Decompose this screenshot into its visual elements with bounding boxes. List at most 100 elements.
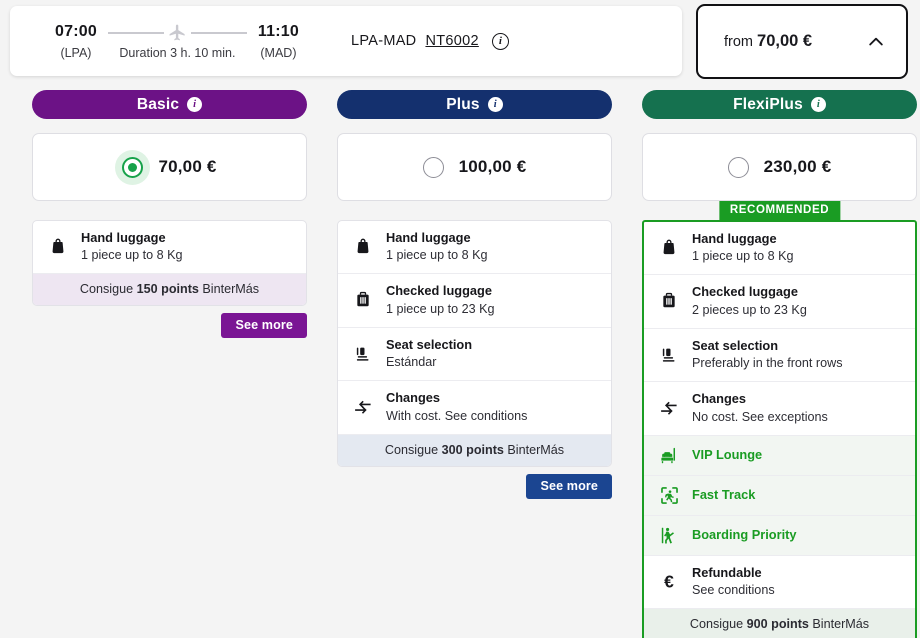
departure-time: 07:00 [55,23,97,41]
recommended-badge: RECOMMENDED [719,201,840,220]
fare-selection-page: 07:00 (LPA) Duration 3 h. 10 min. 11:10 … [0,0,920,638]
feature-text: Hand luggage1 piece up to 8 Kg [692,231,794,264]
feature-text: Checked luggage 2 pieces up to 23 Kg [692,284,807,317]
feature-subtitle: 1 piece up to 8 Kg [81,247,183,263]
route-pair: LPA-MAD [351,33,416,49]
price-card-basic[interactable]: 70,00 € [32,133,307,201]
feature-title: Hand luggage [386,230,488,246]
fare-price: 100,00 € [459,157,527,177]
tier-info-icon[interactable]: i [187,97,202,112]
hand-luggage-icon [658,238,680,258]
from-price-toggle[interactable]: from 70,00 € [696,4,908,79]
feature-subtitle: 1 piece up to 8 Kg [386,247,488,263]
price-card-plus[interactable]: 100,00 € [337,133,612,201]
points-prefix: Consigue [690,617,747,631]
feature-subtitle: 2 pieces up to 23 Kg [692,302,807,318]
feature-subtitle: 1 piece up to 23 Kg [386,301,495,317]
departure-block: 07:00 (LPA) [55,23,97,60]
fare-radio-plus[interactable] [423,157,444,178]
flight-times: 07:00 (LPA) Duration 3 h. 10 min. 11:10 … [10,23,299,60]
points-value: 300 points [442,443,504,457]
feature-text: Changes With cost. See conditions [386,390,527,423]
feature-row: Hand luggage1 piece up to 8 Kg [33,221,306,274]
arrival-time: 11:10 [258,23,299,41]
points-value: 900 points [747,617,809,631]
path-line-right [191,32,247,34]
feature-subtitle: Estándar [386,354,472,370]
boarding-priority-icon [658,525,680,546]
tier-info-icon[interactable]: i [488,97,503,112]
feature-text: Checked luggage 1 piece up to 23 Kg [386,283,495,316]
radio-dot [128,163,137,172]
feature-title: Checked luggage [386,283,495,299]
departure-airport: (LPA) [60,46,91,60]
points-program: BinterMás [504,443,564,457]
feature-text: Seat selectionEstándar [386,337,472,370]
hand-luggage-icon [47,237,69,257]
tier-name: Plus [446,96,480,114]
chevron-up-icon[interactable] [866,32,886,52]
tier-header-flexi[interactable]: FlexiPlus i [642,90,917,119]
path-line-left [108,32,164,34]
feature-subtitle: With cost. See conditions [386,408,527,424]
feature-row: Hand luggage1 piece up to 8 Kg [338,221,611,274]
features-panel: Hand luggage1 piece up to 8 Kg Checked lu… [337,220,612,467]
flight-number-link[interactable]: NT6002 [425,33,478,49]
flight-duration: Duration 3 h. 10 min. [119,46,235,60]
fare-radio-basic[interactable] [122,157,143,178]
see-more-button-plus[interactable]: See more [526,474,612,499]
features-wrapper-flexi: RECOMMENDEDHand luggage1 piece up to 8 K… [642,220,917,638]
seat-icon [658,345,680,365]
feature-title: Checked luggage [692,284,807,300]
checked-luggage-icon [658,291,680,311]
flight-summary-bar: 07:00 (LPA) Duration 3 h. 10 min. 11:10 … [10,6,682,76]
fare-column-plus: Plusi 100,00 € Hand luggage1 piece up to 8… [337,90,615,638]
points-prefix: Consigue [385,443,442,457]
seat-icon [352,344,374,364]
feature-title: Changes [692,391,828,407]
feature-text: Boarding Priority [692,527,797,543]
fare-price: 70,00 € [158,157,216,177]
tier-name: FlexiPlus [733,96,803,114]
features-wrapper-basic: Hand luggage1 piece up to 8 KgConsigue 1… [32,220,307,306]
changes-icon [658,397,680,419]
tier-name: Basic [137,96,179,114]
flight-info-icon[interactable]: i [492,33,509,50]
feature-title: Hand luggage [81,230,183,246]
fare-price: 230,00 € [764,157,832,177]
feature-row: VIP Lounge [644,436,915,476]
from-price-label: from 70,00 € [724,32,812,51]
feature-text: Hand luggage1 piece up to 8 Kg [386,230,488,263]
tier-header-plus[interactable]: Plusi [337,90,612,119]
see-more-button-basic[interactable]: See more [221,313,307,338]
tier-header-basic[interactable]: Basici [32,90,307,119]
feature-title: Fast Track [692,487,755,503]
arrival-airport: (MAD) [260,46,296,60]
fare-columns: Basici70,00 €Hand luggage1 piece up to 8… [0,90,920,638]
feature-title: Seat selection [692,338,843,354]
feature-row: Changes No cost. See exceptions [644,382,915,435]
feature-text: Seat selectionPreferably in the front ro… [692,338,843,371]
duration-block: Duration 3 h. 10 min. [97,23,258,60]
points-program: BinterMás [809,617,869,631]
plane-icon [168,23,187,42]
feature-row: Hand luggage1 piece up to 8 Kg [644,222,915,275]
fast-track-icon [658,485,680,506]
tier-info-icon[interactable]: i [811,97,826,112]
feature-text: Changes No cost. See exceptions [692,391,828,424]
loyalty-points-row: Consigue 900 points BinterMás [644,609,915,638]
fare-radio-flexi[interactable] [728,157,749,178]
features-panel: Hand luggage1 piece up to 8 Kg Checked lu… [642,220,917,638]
feature-row: Fast Track [644,476,915,516]
points-value: 150 points [137,282,199,296]
feature-subtitle: Preferably in the front rows [692,355,843,371]
see-more-wrapper: See more [32,313,307,338]
fare-column-flexi: FlexiPlusi230,00 €RECOMMENDEDHand luggag… [642,90,920,638]
points-program: BinterMás [199,282,259,296]
feature-subtitle: No cost. See exceptions [692,409,828,425]
from-word: from [724,34,753,50]
feature-title: Changes [386,390,527,406]
loyalty-points-row: Consigue 300 points BinterMás [338,435,611,466]
price-card-flexi[interactable]: 230,00 € [642,133,917,201]
route-info: LPA-MAD NT6002 i [351,33,509,50]
